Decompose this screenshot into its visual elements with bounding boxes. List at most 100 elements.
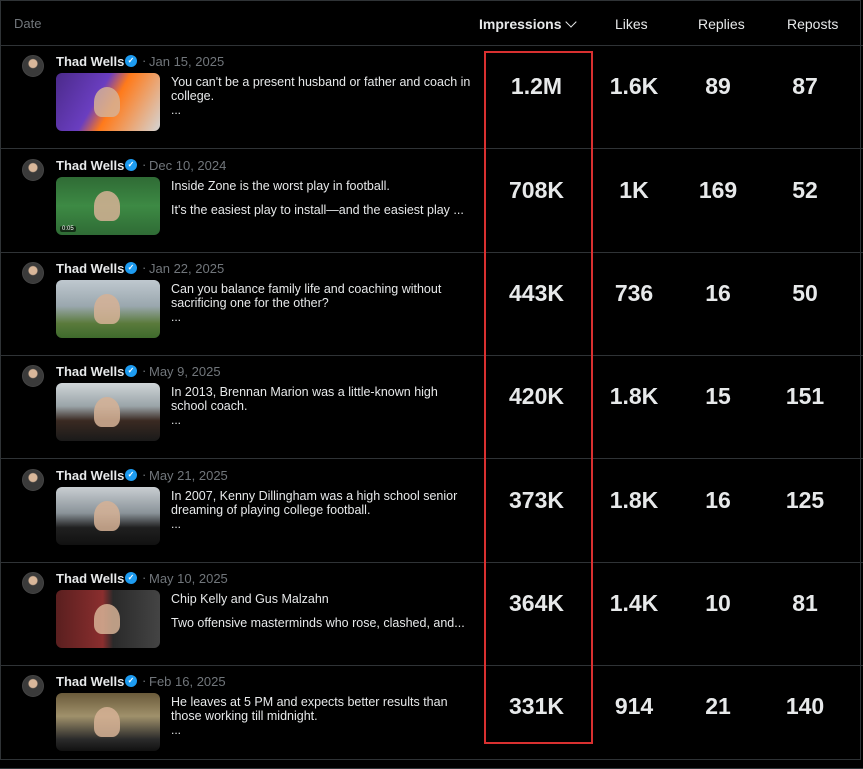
separator-dot: · — [142, 260, 147, 275]
impressions-value: 364K — [509, 590, 564, 616]
table-row[interactable]: Thad Wells ✓ · Jan 22, 2025 Can you bala… — [0, 252, 863, 356]
post-thumbnail[interactable] — [56, 590, 160, 648]
separator-dot: · — [142, 363, 147, 378]
post-text[interactable]: Chip Kelly and Gus Malzahn — [171, 592, 471, 606]
post-thumbnail[interactable] — [56, 487, 160, 545]
post-text[interactable]: You can't be a present husband or father… — [171, 75, 471, 103]
author-name[interactable]: Thad Wells — [56, 674, 124, 689]
table-row[interactable]: Thad Wells ✓ · Dec 10, 2024 0:05 Inside … — [0, 149, 863, 253]
post-more: ... — [171, 103, 182, 117]
reposts-value: 87 — [792, 73, 818, 99]
table-row[interactable]: Thad Wells ✓ · May 9, 2025 In 2013, Bren… — [0, 355, 863, 459]
author-name[interactable]: Thad Wells — [56, 364, 124, 379]
separator-dot: · — [142, 467, 147, 482]
post-text-continued[interactable]: It's the easiest play to install—and the… — [171, 203, 471, 217]
person-figure — [94, 501, 120, 531]
column-header-date[interactable]: Date — [14, 15, 41, 33]
table-row[interactable]: Thad Wells ✓ · Jan 15, 2025 You can't be… — [0, 45, 863, 149]
person-figure — [94, 397, 120, 427]
table-row[interactable]: Thad Wells ✓ · Feb 16, 2025 He leaves at… — [0, 665, 863, 769]
table-header: Date Impressions Likes Replies Reposts — [1, 1, 863, 46]
avatar[interactable] — [22, 675, 44, 697]
author-name[interactable]: Thad Wells — [56, 158, 124, 173]
post-date[interactable]: May 10, 2025 — [149, 571, 228, 586]
replies-value: 10 — [705, 590, 731, 616]
replies-value: 89 — [705, 73, 731, 99]
author-name[interactable]: Thad Wells — [56, 571, 124, 586]
likes-value: 914 — [614, 693, 654, 719]
post-thumbnail[interactable]: 0:05 — [56, 177, 160, 235]
post-date[interactable]: May 21, 2025 — [149, 468, 228, 483]
person-figure — [94, 707, 120, 737]
likes-value: 1.4K — [609, 590, 659, 616]
post-text[interactable]: Can you balance family life and coaching… — [171, 282, 471, 310]
reposts-value: 81 — [792, 590, 818, 616]
post-thumbnail[interactable] — [56, 280, 160, 338]
separator-dot: · — [142, 157, 147, 172]
verified-badge-icon: ✓ — [125, 262, 137, 274]
replies-value: 16 — [705, 280, 731, 306]
separator-dot: · — [142, 570, 147, 585]
person-figure — [94, 604, 120, 634]
likes-value: 1.6K — [609, 73, 659, 99]
person-figure — [94, 87, 120, 117]
table-row[interactable]: Thad Wells ✓ · May 10, 2025 Chip Kelly a… — [0, 562, 863, 666]
author-name[interactable]: Thad Wells — [56, 261, 124, 276]
post-more: ... — [171, 723, 182, 737]
person-figure — [94, 294, 120, 324]
post-date[interactable]: Jan 15, 2025 — [149, 54, 224, 69]
video-duration: 0:05 — [60, 226, 76, 232]
post-more: ... — [171, 310, 182, 324]
reposts-value: 140 — [785, 693, 825, 719]
post-text[interactable]: Inside Zone is the worst play in footbal… — [171, 179, 471, 193]
post-more: ... — [171, 413, 182, 427]
post-text[interactable]: He leaves at 5 PM and expects better res… — [171, 695, 471, 723]
likes-value: 1.8K — [609, 487, 659, 513]
person-figure — [94, 191, 120, 221]
verified-badge-icon: ✓ — [125, 469, 137, 481]
replies-value: 169 — [698, 177, 738, 203]
post-date[interactable]: Feb 16, 2025 — [149, 674, 226, 689]
reposts-value: 52 — [792, 177, 818, 203]
post-text[interactable]: In 2007, Kenny Dillingham was a high sch… — [171, 489, 471, 517]
post-text[interactable]: In 2013, Brennan Marion was a little-kno… — [171, 385, 471, 413]
post-thumbnail[interactable] — [56, 693, 160, 751]
reposts-value: 50 — [792, 280, 818, 306]
column-header-replies[interactable]: Replies — [698, 15, 745, 33]
table-row[interactable]: Thad Wells ✓ · May 21, 2025 In 2007, Ken… — [0, 459, 863, 563]
post-date[interactable]: Dec 10, 2024 — [149, 158, 226, 173]
post-more: ... — [171, 517, 182, 531]
reposts-value: 151 — [785, 383, 825, 409]
impressions-label: Impressions — [479, 16, 562, 32]
verified-badge-icon: ✓ — [125, 365, 137, 377]
impressions-value: 443K — [509, 280, 564, 306]
column-header-impressions[interactable]: Impressions — [479, 15, 578, 33]
separator-dot: · — [142, 673, 147, 688]
likes-value: 1K — [619, 177, 649, 203]
avatar[interactable] — [22, 365, 44, 387]
column-header-reposts[interactable]: Reposts — [787, 15, 838, 33]
post-text-continued[interactable]: Two offensive masterminds who rose, clas… — [171, 616, 471, 630]
likes-value: 1.8K — [609, 383, 659, 409]
post-date[interactable]: Jan 22, 2025 — [149, 261, 224, 276]
avatar[interactable] — [22, 469, 44, 491]
post-thumbnail[interactable] — [56, 383, 160, 441]
avatar[interactable] — [22, 572, 44, 594]
post-thumbnail[interactable] — [56, 73, 160, 131]
impressions-value: 331K — [509, 693, 564, 719]
verified-badge-icon: ✓ — [125, 572, 137, 584]
verified-badge-icon: ✓ — [125, 159, 137, 171]
avatar[interactable] — [22, 262, 44, 284]
column-header-likes[interactable]: Likes — [615, 15, 648, 33]
author-name[interactable]: Thad Wells — [56, 468, 124, 483]
likes-value: 736 — [614, 280, 654, 306]
separator-dot: · — [142, 53, 147, 68]
avatar[interactable] — [22, 159, 44, 181]
replies-value: 15 — [705, 383, 731, 409]
avatar[interactable] — [22, 55, 44, 77]
author-name[interactable]: Thad Wells — [56, 54, 124, 69]
post-date[interactable]: May 9, 2025 — [149, 364, 221, 379]
reposts-value: 125 — [785, 487, 825, 513]
chevron-down-icon — [565, 16, 578, 28]
replies-value: 16 — [705, 487, 731, 513]
